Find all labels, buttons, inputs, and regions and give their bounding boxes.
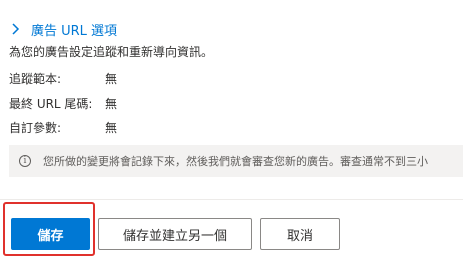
field-label: 追蹤範本: [9,72,62,86]
section-title: 廣告 URL 選項 [31,23,118,39]
info-message-text: 您所做的變更將會記錄下來，然後我們就會審查您新的廣告。審查通常不到三小 [43,155,428,168]
section-description: 為您的廣告設定追蹤和重新導向資訊。 [9,45,214,59]
chevron-right-icon [12,23,20,35]
info-icon: i [19,155,31,167]
divider [0,199,463,200]
field-value: 無 [105,97,118,111]
field-label: 最終 URL 尾碼: [9,97,93,111]
save-button[interactable]: 儲存 [11,218,90,250]
field-label: 自訂參數: [9,121,62,135]
field-value: 無 [105,72,118,86]
field-value: 無 [105,121,118,135]
save-and-create-another-button[interactable]: 儲存並建立另一個 [98,218,252,250]
ad-url-options-toggle[interactable]: 廣告 URL 選項 [9,19,117,39]
cancel-button[interactable]: 取消 [260,218,340,250]
info-message-bar: i 您所做的變更將會記錄下來，然後我們就會審查您新的廣告。審查通常不到三小 [9,145,463,177]
